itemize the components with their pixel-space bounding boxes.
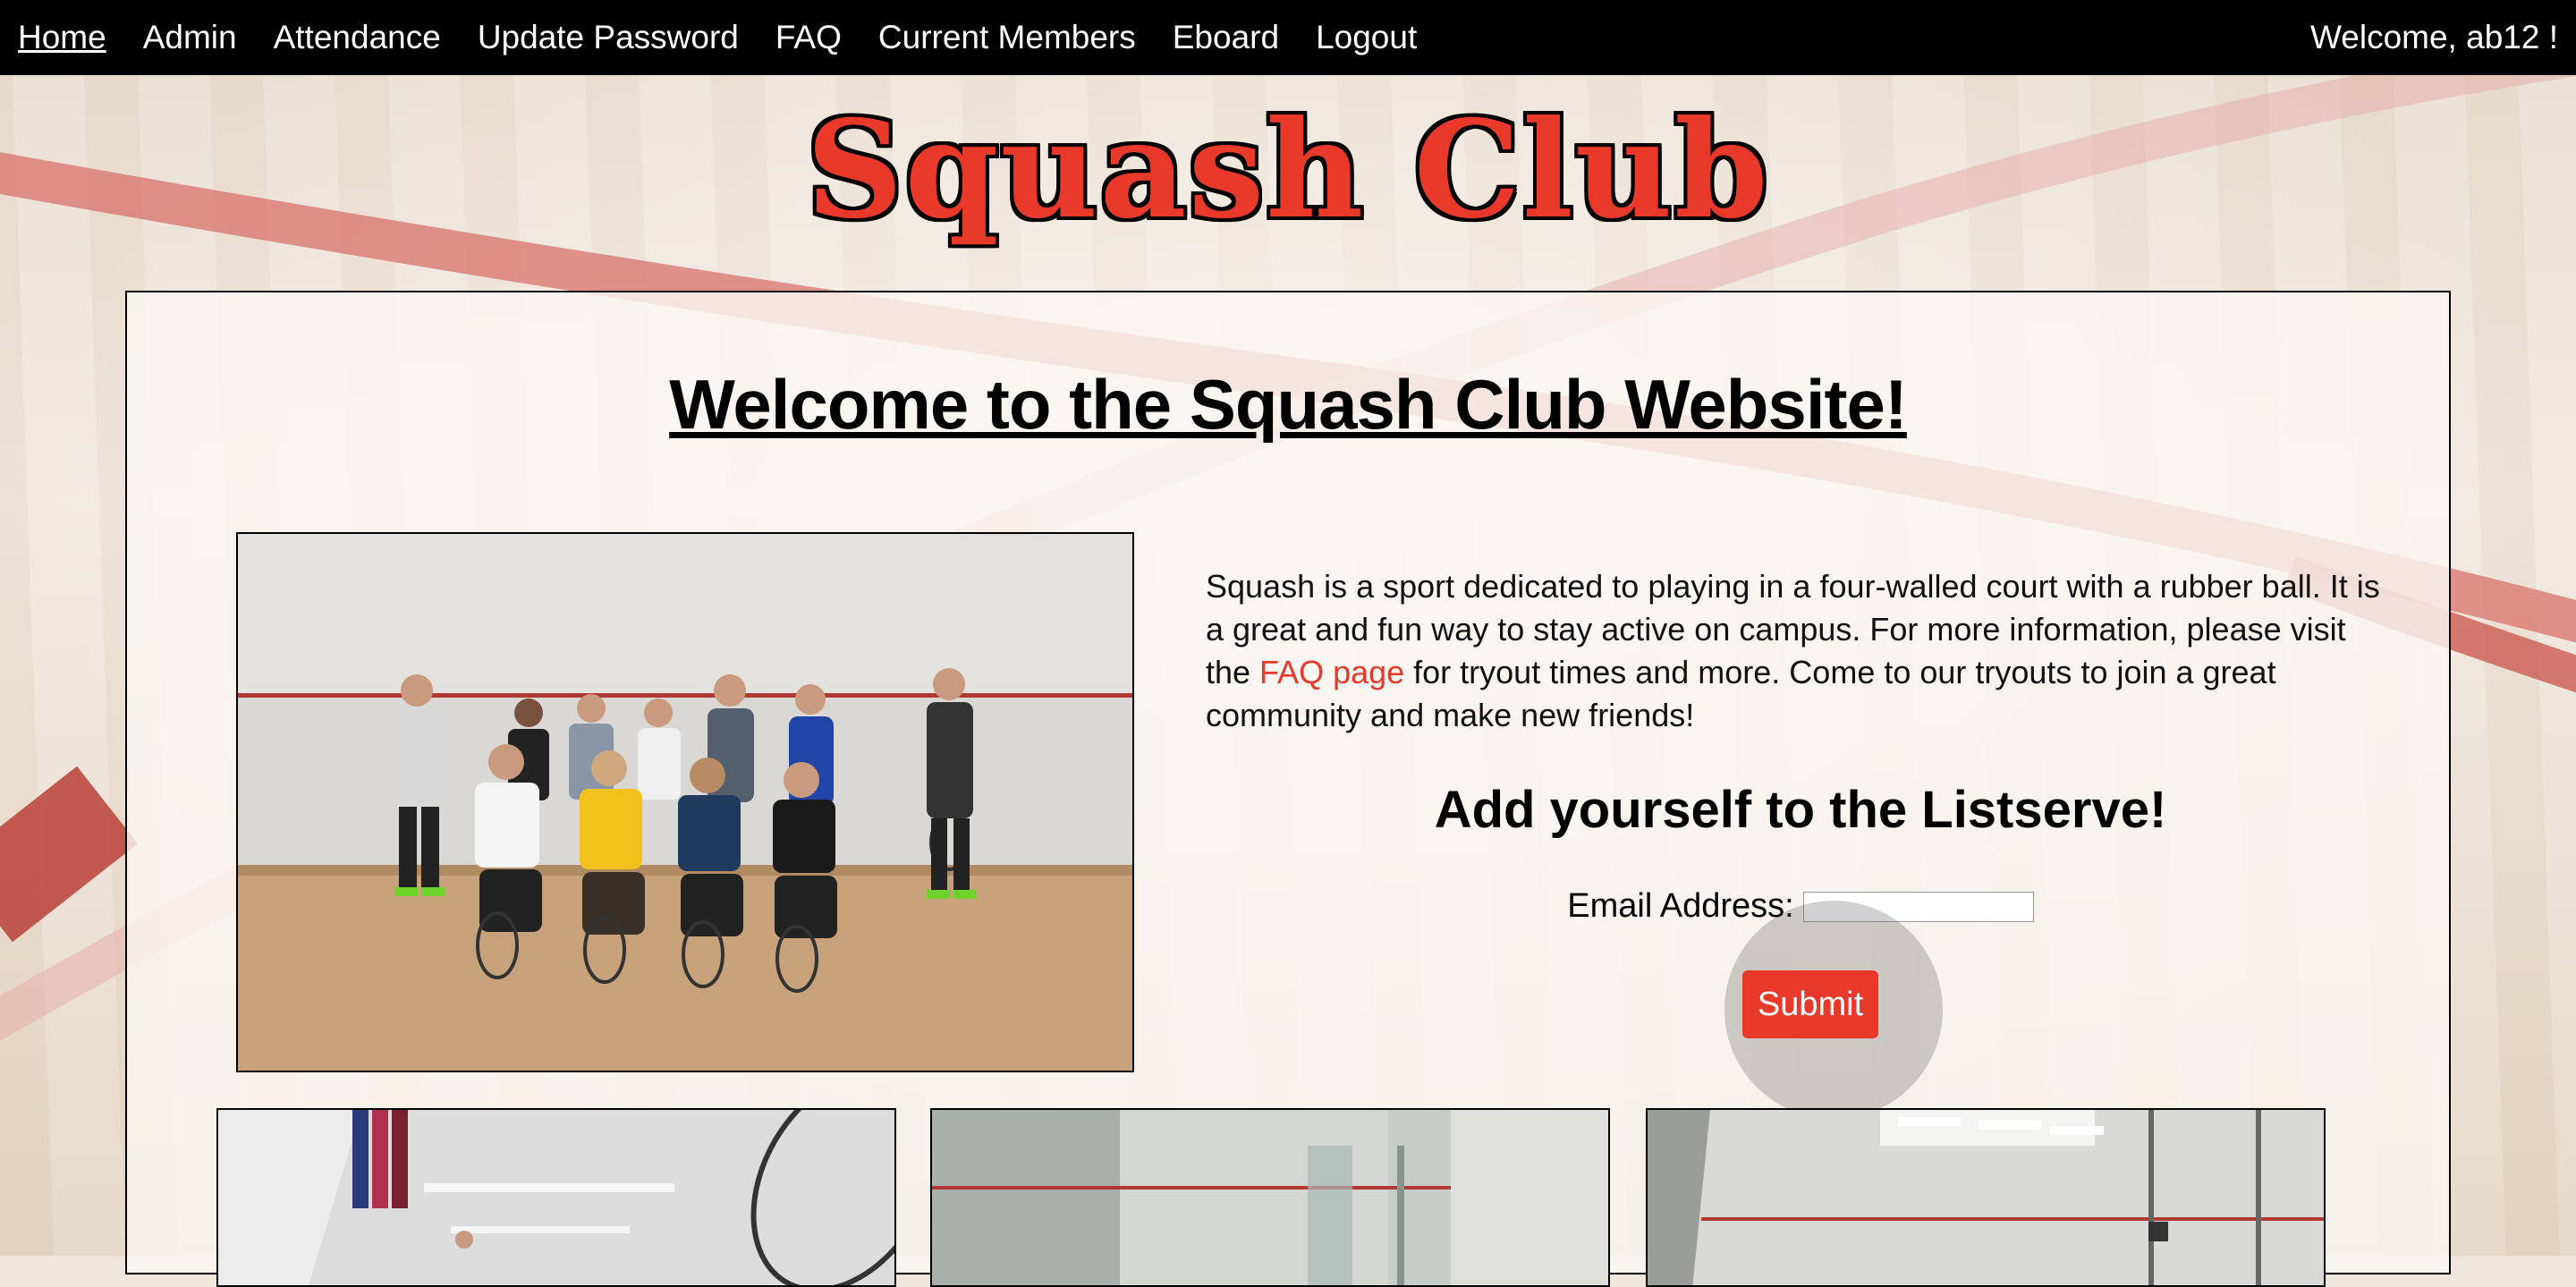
faq-page-link[interactable]: FAQ page [1259,654,1404,690]
top-navbar: Home Admin Attendance Update Password FA… [0,0,2576,75]
nav-update-password[interactable]: Update Password [478,19,739,56]
welcome-user: Welcome, ab12 ! [2310,19,2558,55]
submit-button[interactable]: Submit [1742,970,1878,1038]
nav-current-members[interactable]: Current Members [878,19,1136,56]
nav-links: Home Admin Attendance Update Password FA… [18,19,1453,56]
gallery-photo-3 [1646,1108,2326,1287]
main-panel: Welcome to the Squash Club Website! Squa… [125,291,2451,1287]
gallery-photo-1 [216,1108,896,1287]
email-label: Email Address: [1567,887,1794,925]
nav-eboard[interactable]: Eboard [1173,19,1279,56]
site-title: Squash Club [806,91,1770,249]
intro-paragraph: Squash is a sport dedicated to playing i… [1206,565,2395,737]
nav-admin[interactable]: Admin [143,19,237,56]
page-heading: Welcome to the Squash Club Website! [669,365,1908,444]
team-photo [236,532,1134,1072]
nav-attendance[interactable]: Attendance [274,19,441,56]
nav-home[interactable]: Home [18,19,106,56]
nav-faq[interactable]: FAQ [775,19,842,56]
gallery-photo-2 [930,1108,1610,1287]
nav-logout[interactable]: Logout [1316,19,1417,56]
listserve-heading: Add yourself to the Listserve! [1434,781,2167,839]
